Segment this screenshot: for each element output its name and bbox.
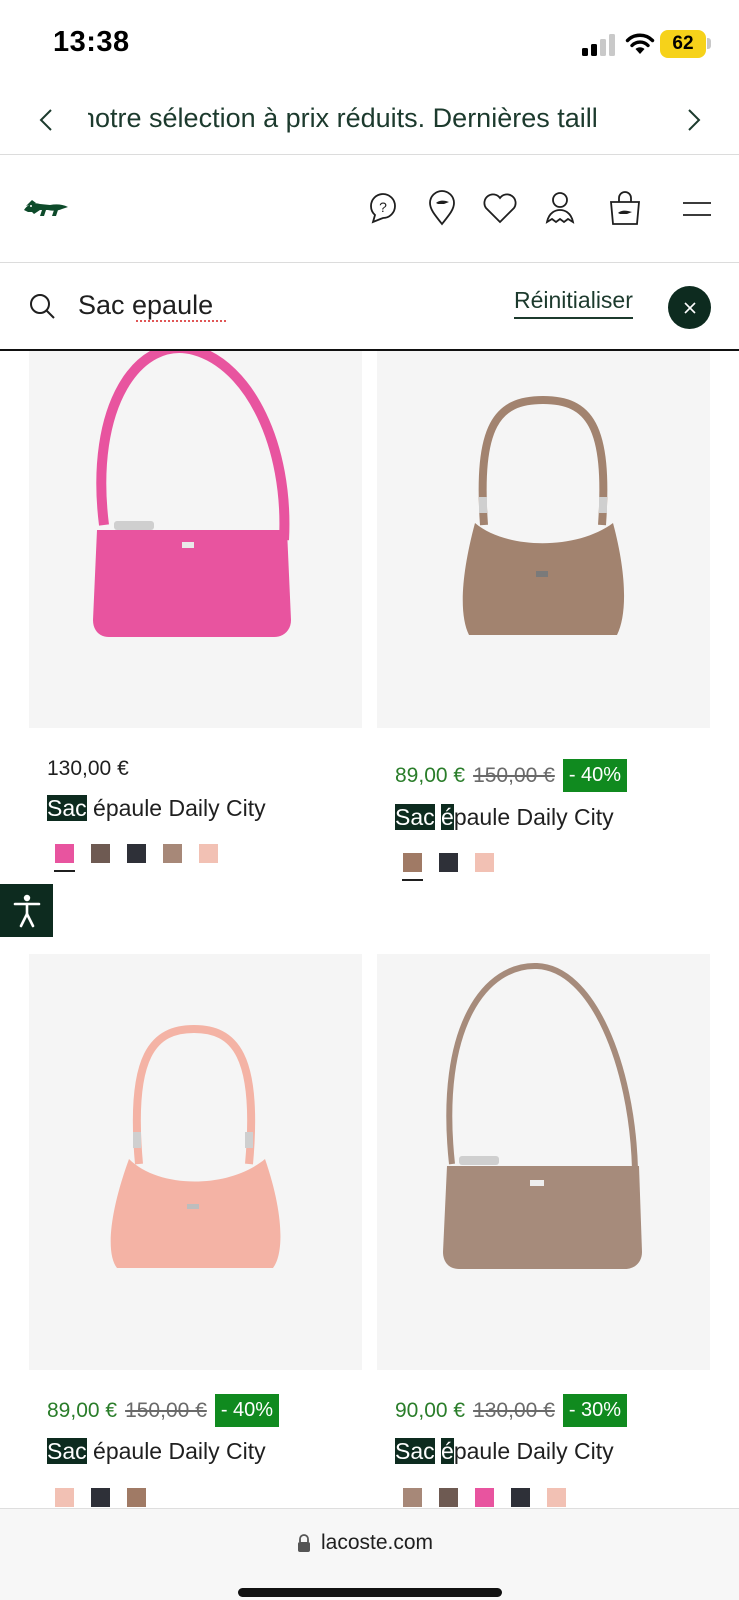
product-image[interactable] <box>29 351 362 728</box>
product-card[interactable]: 90,00 € 130,00 € - 30% Sac épaule Daily … <box>377 954 710 1508</box>
product-card[interactable]: 89,00 € 150,00 € - 40% Sac épaule Daily … <box>29 954 362 1508</box>
title-highlight: Sac <box>395 804 435 830</box>
spellcheck-underline <box>136 319 226 322</box>
wifi-icon <box>625 33 655 54</box>
store-locator-icon[interactable] <box>422 188 462 228</box>
menu-hamburger-icon[interactable] <box>677 188 717 228</box>
price-row: 89,00 € 150,00 € - 40% <box>395 759 628 792</box>
product-image[interactable] <box>29 954 362 1370</box>
color-swatches <box>54 844 218 872</box>
color-swatches <box>403 1488 566 1507</box>
battery-indicator: 62 <box>660 30 706 58</box>
svg-text:?: ? <box>379 199 387 215</box>
price-sale: 89,00 € <box>47 1398 118 1422</box>
wishlist-heart-icon[interactable] <box>480 188 520 228</box>
shoulder-bag-illustration <box>110 1024 281 1268</box>
color-swatch[interactable] <box>403 1488 422 1507</box>
search-bar: Réinitialiser <box>0 263 739 351</box>
color-swatch[interactable] <box>127 1488 146 1507</box>
home-indicator[interactable] <box>238 1588 502 1597</box>
title-highlight-accent: é <box>441 804 454 830</box>
browser-url-bar: lacoste.com <box>0 1508 739 1600</box>
color-swatch[interactable] <box>91 844 110 863</box>
chevron-left-icon <box>39 109 52 131</box>
price-original: 130,00 € <box>473 1398 555 1422</box>
price-row: 89,00 € 150,00 € - 40% <box>47 1394 280 1427</box>
title-highlight: Sac <box>47 795 87 821</box>
lock-icon <box>298 1534 310 1552</box>
battery-level: 62 <box>672 33 694 54</box>
close-icon <box>683 301 696 314</box>
shoulder-bag-illustration <box>462 395 625 635</box>
discount-badge: - 40% <box>214 1394 280 1427</box>
account-icon[interactable] <box>544 188 584 228</box>
cellular-signal-icon <box>582 34 615 56</box>
shopping-bag-icon[interactable] <box>605 188 645 228</box>
reset-search-link[interactable]: Réinitialiser <box>514 287 633 319</box>
title-rest: paule Daily City <box>453 1438 614 1464</box>
status-time: 13:38 <box>53 26 130 58</box>
search-input[interactable] <box>78 285 458 325</box>
site-header: ? 0 0 <box>0 155 739 360</box>
lacoste-crocodile-logo[interactable] <box>22 192 70 222</box>
chevron-right-icon <box>688 109 701 131</box>
price-original: 150,00 € <box>125 1398 207 1422</box>
color-swatch[interactable] <box>547 1488 566 1507</box>
color-swatch[interactable] <box>91 1488 110 1507</box>
color-swatch[interactable] <box>199 844 218 863</box>
product-title[interactable]: Sac épaule Daily City <box>47 795 266 822</box>
shoulder-bag-illustration <box>443 962 642 1269</box>
discount-badge: - 40% <box>562 759 628 792</box>
promo-message-wrapper: notre sélection à prix réduits. Dernière… <box>88 100 654 140</box>
color-swatches <box>55 1488 146 1507</box>
search-icon <box>30 294 55 319</box>
price-row: 130,00 € <box>47 757 129 781</box>
price-sale: 90,00 € <box>395 1398 466 1422</box>
product-image[interactable] <box>377 351 710 728</box>
product-title[interactable]: Sac épaule Daily City <box>47 1438 266 1465</box>
color-swatches <box>402 853 494 881</box>
title-rest: épaule Daily City <box>86 1438 266 1464</box>
product-grid: 130,00 € Sac épaule Daily City 89,00 € 1… <box>0 351 739 1508</box>
product-title[interactable]: Sac épaule Daily City <box>395 1438 614 1465</box>
shoulder-bag-illustration <box>93 351 291 637</box>
color-swatch[interactable] <box>127 844 146 863</box>
title-rest: paule Daily City <box>453 804 614 830</box>
color-swatch[interactable] <box>475 853 494 872</box>
color-swatch[interactable] <box>54 844 75 872</box>
title-rest: épaule Daily City <box>86 795 266 821</box>
promo-banner: notre sélection à prix réduits. Dernière… <box>0 88 739 155</box>
discount-badge: - 30% <box>562 1394 628 1427</box>
product-card[interactable]: 89,00 € 150,00 € - 40% Sac épaule Daily … <box>377 351 710 905</box>
help-icon[interactable]: ? <box>363 188 403 228</box>
accessibility-button[interactable] <box>0 884 53 937</box>
price-current: 130,00 € <box>47 757 129 780</box>
title-highlight-accent: é <box>441 1438 454 1464</box>
promo-message[interactable]: notre sélection à prix réduits. Dernière… <box>88 103 598 134</box>
color-swatch[interactable] <box>475 1488 494 1507</box>
title-highlight: Sac <box>395 1438 435 1464</box>
accessibility-icon <box>13 894 40 927</box>
color-swatch[interactable] <box>439 853 458 872</box>
price-original: 150,00 € <box>473 763 555 787</box>
color-swatch[interactable] <box>55 1488 74 1507</box>
price-row: 90,00 € 130,00 € - 30% <box>395 1394 628 1427</box>
color-swatch[interactable] <box>402 853 423 881</box>
color-swatch[interactable] <box>511 1488 530 1507</box>
promo-next-button[interactable] <box>674 100 714 140</box>
product-title[interactable]: Sac épaule Daily City <box>395 804 614 831</box>
price-sale: 89,00 € <box>395 763 466 787</box>
url-domain[interactable]: lacoste.com <box>321 1531 433 1555</box>
color-swatch[interactable] <box>163 844 182 863</box>
color-swatch[interactable] <box>439 1488 458 1507</box>
status-bar: 13:38 62 <box>0 0 739 88</box>
product-image[interactable] <box>377 954 710 1370</box>
product-card[interactable]: 130,00 € Sac épaule Daily City <box>29 351 362 905</box>
close-search-button[interactable] <box>668 286 711 329</box>
promo-prev-button[interactable] <box>26 100 66 140</box>
battery-nub <box>707 38 711 49</box>
title-highlight: Sac <box>47 1438 87 1464</box>
